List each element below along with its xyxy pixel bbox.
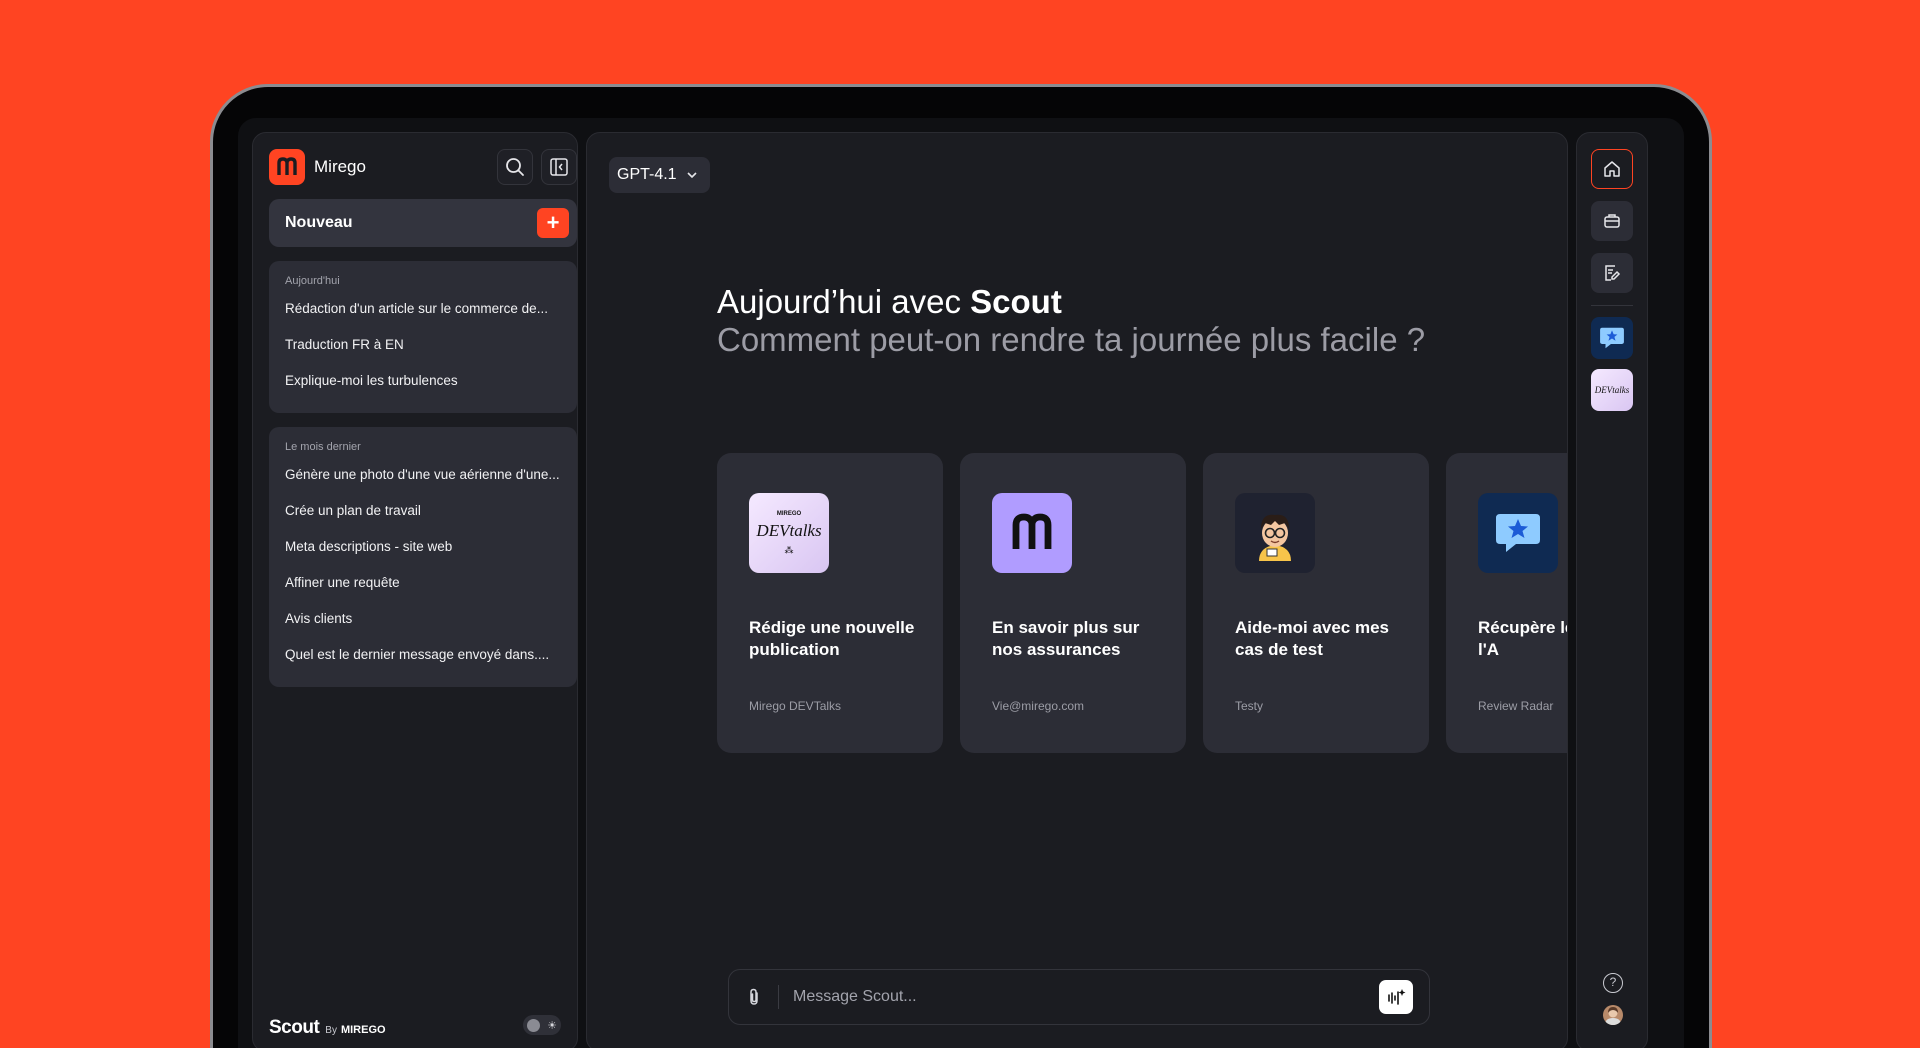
right-rail: DEVtalks ? xyxy=(1576,132,1648,1048)
brand-scout: Scout xyxy=(269,1017,320,1038)
card-subtitle: Testy xyxy=(1235,699,1264,713)
history-item[interactable]: Rédaction d'un article sur le commerce d… xyxy=(285,301,561,337)
chevron-down-icon xyxy=(687,172,697,179)
search-button[interactable] xyxy=(497,149,533,185)
plus-icon: + xyxy=(537,208,569,238)
notes-button[interactable] xyxy=(1591,253,1633,293)
assistant-card[interactable]: Aide-moi avec mes cas de test Testy xyxy=(1203,453,1429,753)
devtalks-word: DEVtalks xyxy=(756,520,822,540)
history-item[interactable]: Affiner une requête xyxy=(285,575,561,611)
devtalks-logo-icon: MIREGO DEVtalks ⁂ xyxy=(749,493,829,573)
message-composer xyxy=(728,969,1430,1025)
message-input[interactable] xyxy=(793,988,1353,1006)
briefcase-icon xyxy=(1604,214,1620,228)
assistant-card[interactable]: En savoir plus sur nos assurances Vie@mi… xyxy=(960,453,1186,753)
avatar[interactable] xyxy=(1603,1005,1623,1025)
attach-button[interactable] xyxy=(729,985,779,1009)
brand-by: By xyxy=(325,1025,337,1036)
paperclip-icon xyxy=(749,988,758,1005)
mirego-m-logo-icon xyxy=(992,493,1072,573)
greeting-subtitle: Comment peut-on rendre ta journée plus f… xyxy=(717,321,1426,358)
new-chat-button[interactable]: Nouveau + xyxy=(269,199,577,247)
assistant-card[interactable]: Récupère le hebdo de l'A Review Radar xyxy=(1446,453,1567,753)
devtalks-small: MIREGO xyxy=(776,510,802,517)
app-window: Mirego Nouveau + Aujourd'hui Rédaction d… xyxy=(238,118,1684,1048)
card-title: Aide-moi avec mes cas de test xyxy=(1235,618,1390,659)
devtalks-rail-word: DEVtalks xyxy=(1594,385,1630,395)
history-item[interactable]: Traduction FR à EN xyxy=(285,337,561,373)
history-item[interactable]: Meta descriptions - site web xyxy=(285,539,561,575)
collapse-sidebar-icon xyxy=(550,158,568,176)
history-group-title: Aujourd'hui xyxy=(285,275,340,287)
voice-sparkle-icon xyxy=(1388,989,1406,1005)
sun-icon: ☀ xyxy=(547,1019,557,1032)
card-title: Rédige une nouvelle publication xyxy=(749,618,915,659)
history-item[interactable]: Génère une photo d'une vue aérienne d'un… xyxy=(285,467,561,503)
edit-document-icon xyxy=(1605,265,1621,281)
theme-toggle[interactable]: ☀ xyxy=(523,1015,561,1035)
sidebar-header: Mirego xyxy=(269,149,577,185)
collapse-sidebar-button[interactable] xyxy=(541,149,577,185)
new-chat-label: Nouveau xyxy=(285,214,353,231)
mirego-logo[interactable] xyxy=(269,149,305,185)
model-name: GPT-4.1 xyxy=(617,166,677,183)
search-icon xyxy=(506,158,524,176)
home-icon xyxy=(1604,161,1620,177)
developer-avatar-icon xyxy=(1235,493,1315,573)
briefcase-button[interactable] xyxy=(1591,201,1633,241)
devtalks-app[interactable]: DEVtalks xyxy=(1591,369,1633,411)
card-title: En savoir plus sur nos assurances xyxy=(992,618,1140,659)
history-group-last-month: Le mois dernier Génère une photo d'une v… xyxy=(269,427,577,687)
greeting-prefix: Aujourd’hui avec xyxy=(717,283,971,320)
card-subtitle: Review Radar xyxy=(1478,699,1554,713)
assistant-card[interactable]: MIREGO DEVtalks ⁂ Rédige une nouvelle pu… xyxy=(717,453,943,753)
model-selector[interactable]: GPT-4.1 xyxy=(609,157,710,193)
toggle-knob xyxy=(527,1018,540,1032)
home-button[interactable] xyxy=(1591,149,1633,189)
brand-company: MIREGO xyxy=(340,1024,386,1036)
sidebar: Mirego Nouveau + Aujourd'hui Rédaction d… xyxy=(252,132,578,1048)
card-subtitle: Mirego DEVTalks xyxy=(749,699,842,713)
history-group-title: Le mois dernier xyxy=(285,441,361,453)
review-radar-app[interactable] xyxy=(1591,317,1633,359)
history-item[interactable]: Explique-moi les turbulences xyxy=(285,373,561,409)
main-panel: GPT-4.1 Aujourd’hui avec Scout Comment p… xyxy=(586,132,1568,1048)
card-subtitle: Vie@mirego.com xyxy=(992,699,1084,713)
history-group-today: Aujourd'hui Rédaction d'un article sur l… xyxy=(269,261,577,413)
star-chat-bubble-icon xyxy=(1600,327,1624,349)
help-icon[interactable]: ? xyxy=(1603,973,1623,993)
greeting-name: Scout xyxy=(970,283,1062,320)
history-item[interactable]: Crée un plan de travail xyxy=(285,503,561,539)
rail-divider xyxy=(1591,305,1633,306)
greeting: Aujourd’hui avec Scout xyxy=(717,283,1062,321)
voice-button[interactable] xyxy=(1379,980,1413,1014)
org-name: Mirego xyxy=(314,157,366,176)
footer-brand: Scout By MIREGO xyxy=(269,1017,386,1039)
history-item[interactable]: Quel est le dernier message envoyé dans.… xyxy=(285,647,561,683)
card-title: Récupère le hebdo de l'A xyxy=(1478,618,1567,659)
star-chat-bubble-icon xyxy=(1478,493,1558,573)
history-item[interactable]: Avis clients xyxy=(285,611,561,647)
